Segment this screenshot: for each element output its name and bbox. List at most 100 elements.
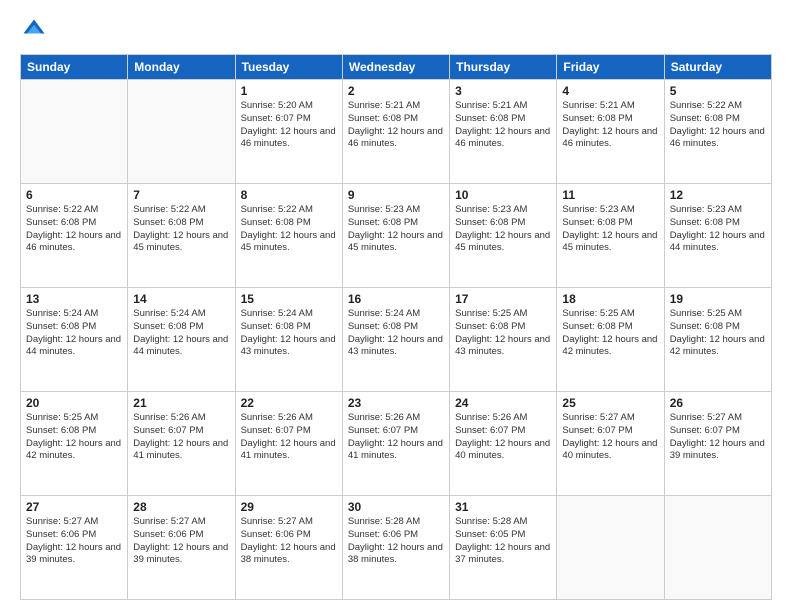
calendar-cell: 16Sunrise: 5:24 AM Sunset: 6:08 PM Dayli… [342,288,449,392]
day-number: 19 [670,292,766,306]
calendar-cell: 14 Sunrise: 5:24 AM Sunset: 6:08 PM Dayli… [128,288,235,392]
day-number: 27 [26,500,122,514]
calendar-cell: 12 Sunrise: 5:23 AM Sunset: 6:08 PM Dayli… [664,184,771,288]
calendar-cell: 22Sunrise: 5:26 AM Sunset: 6:07 PM Dayli… [235,392,342,496]
calendar-cell: 1Sunrise: 5:20 AM Sunset: 6:07 PM Daylig… [235,80,342,184]
day-number: 20 [26,396,122,410]
day-info: Sunrise: 5:23 AM Sunset: 6:08 PM Dayligh… [562,204,658,255]
weekday-header-row: SundayMondayTuesdayWednesdayThursdayFrid… [21,55,772,80]
calendar-cell: 4 Sunrise: 5:21 AM Sunset: 6:08 PM Daylig… [557,80,664,184]
day-info: Sunrise: 5:25 AM Sunset: 6:08 PM Dayligh… [670,308,766,359]
calendar-cell: 28Sunrise: 5:27 AM Sunset: 6:06 PM Dayli… [128,496,235,600]
day-number: 28 [133,500,229,514]
calendar-cell: 29 Sunrise: 5:27 AM Sunset: 6:06 PM Dayli… [235,496,342,600]
day-number: 30 [348,500,444,514]
weekday-header-tuesday: Tuesday [235,55,342,80]
weekday-header-sunday: Sunday [21,55,128,80]
calendar-cell: 3 Sunrise: 5:21 AM Sunset: 6:08 PM Daylig… [450,80,557,184]
day-info: Sunrise: 5:22 AM Sunset: 6:08 PM Dayligh… [241,204,337,255]
weekday-header-wednesday: Wednesday [342,55,449,80]
day-number: 1 [241,84,337,98]
day-number: 7 [133,188,229,202]
day-number: 26 [670,396,766,410]
calendar-cell: 30 Sunrise: 5:28 AM Sunset: 6:06 PM Dayli… [342,496,449,600]
day-number: 9 [348,188,444,202]
day-info: Sunrise: 5:27 AM Sunset: 6:06 PM Dayligh… [241,516,337,567]
day-number: 25 [562,396,658,410]
day-info: Sunrise: 5:24 AM Sunset: 6:08 PM Dayligh… [26,308,122,359]
calendar-cell: 10 Sunrise: 5:23 AM Sunset: 6:08 PM Dayli… [450,184,557,288]
calendar-cell: 18 Sunrise: 5:25 AM Sunset: 6:08 PM Dayli… [557,288,664,392]
day-info: Sunrise: 5:24 AM Sunset: 6:08 PM Dayligh… [241,308,337,359]
logo [20,16,52,44]
day-number: 23 [348,396,444,410]
calendar-cell: 26 Sunrise: 5:27 AM Sunset: 6:07 PM Dayli… [664,392,771,496]
day-info: Sunrise: 5:21 AM Sunset: 6:08 PM Dayligh… [455,100,551,151]
header [20,16,772,44]
day-number: 22 [241,396,337,410]
weekday-header-monday: Monday [128,55,235,80]
calendar-cell: 11 Sunrise: 5:23 AM Sunset: 6:08 PM Dayli… [557,184,664,288]
calendar-cell: 5 Sunrise: 5:22 AM Sunset: 6:08 PM Daylig… [664,80,771,184]
day-number: 12 [670,188,766,202]
day-info: Sunrise: 5:28 AM Sunset: 6:06 PM Dayligh… [348,516,444,567]
day-number: 18 [562,292,658,306]
calendar-cell: 21 Sunrise: 5:26 AM Sunset: 6:07 PM Dayli… [128,392,235,496]
day-number: 29 [241,500,337,514]
calendar-week-1: 1Sunrise: 5:20 AM Sunset: 6:07 PM Daylig… [21,80,772,184]
weekday-header-friday: Friday [557,55,664,80]
day-number: 15 [241,292,337,306]
calendar-cell: 7 Sunrise: 5:22 AM Sunset: 6:08 PM Daylig… [128,184,235,288]
day-info: Sunrise: 5:23 AM Sunset: 6:08 PM Dayligh… [670,204,766,255]
day-info: Sunrise: 5:21 AM Sunset: 6:08 PM Dayligh… [348,100,444,151]
page: SundayMondayTuesdayWednesdayThursdayFrid… [0,0,792,612]
day-number: 14 [133,292,229,306]
calendar-cell: 15 Sunrise: 5:24 AM Sunset: 6:08 PM Dayli… [235,288,342,392]
day-info: Sunrise: 5:22 AM Sunset: 6:08 PM Dayligh… [133,204,229,255]
calendar-cell: 9Sunrise: 5:23 AM Sunset: 6:08 PM Daylig… [342,184,449,288]
day-number: 5 [670,84,766,98]
day-number: 21 [133,396,229,410]
calendar-cell [128,80,235,184]
calendar-cell: 13 Sunrise: 5:24 AM Sunset: 6:08 PM Dayli… [21,288,128,392]
day-number: 8 [241,188,337,202]
day-info: Sunrise: 5:25 AM Sunset: 6:08 PM Dayligh… [455,308,551,359]
day-info: Sunrise: 5:22 AM Sunset: 6:08 PM Dayligh… [26,204,122,255]
calendar-cell: 19 Sunrise: 5:25 AM Sunset: 6:08 PM Dayli… [664,288,771,392]
day-info: Sunrise: 5:21 AM Sunset: 6:08 PM Dayligh… [562,100,658,151]
day-info: Sunrise: 5:25 AM Sunset: 6:08 PM Dayligh… [562,308,658,359]
day-info: Sunrise: 5:27 AM Sunset: 6:07 PM Dayligh… [562,412,658,463]
day-info: Sunrise: 5:26 AM Sunset: 6:07 PM Dayligh… [455,412,551,463]
day-info: Sunrise: 5:26 AM Sunset: 6:07 PM Dayligh… [133,412,229,463]
day-number: 4 [562,84,658,98]
calendar-cell [664,496,771,600]
weekday-header-thursday: Thursday [450,55,557,80]
calendar-cell: 20 Sunrise: 5:25 AM Sunset: 6:08 PM Dayli… [21,392,128,496]
calendar-cell: 31Sunrise: 5:28 AM Sunset: 6:05 PM Dayli… [450,496,557,600]
calendar-week-5: 27 Sunrise: 5:27 AM Sunset: 6:06 PM Dayli… [21,496,772,600]
day-number: 10 [455,188,551,202]
calendar-cell: 24Sunrise: 5:26 AM Sunset: 6:07 PM Dayli… [450,392,557,496]
calendar-cell [21,80,128,184]
calendar-cell: 17Sunrise: 5:25 AM Sunset: 6:08 PM Dayli… [450,288,557,392]
day-info: Sunrise: 5:23 AM Sunset: 6:08 PM Dayligh… [455,204,551,255]
day-info: Sunrise: 5:27 AM Sunset: 6:07 PM Dayligh… [670,412,766,463]
day-info: Sunrise: 5:24 AM Sunset: 6:08 PM Dayligh… [133,308,229,359]
calendar-table: SundayMondayTuesdayWednesdayThursdayFrid… [20,54,772,600]
calendar-week-4: 20 Sunrise: 5:25 AM Sunset: 6:08 PM Dayli… [21,392,772,496]
calendar-cell: 23 Sunrise: 5:26 AM Sunset: 6:07 PM Dayli… [342,392,449,496]
day-number: 16 [348,292,444,306]
calendar-cell: 25 Sunrise: 5:27 AM Sunset: 6:07 PM Dayli… [557,392,664,496]
day-number: 3 [455,84,551,98]
day-info: Sunrise: 5:25 AM Sunset: 6:08 PM Dayligh… [26,412,122,463]
day-number: 13 [26,292,122,306]
day-info: Sunrise: 5:22 AM Sunset: 6:08 PM Dayligh… [670,100,766,151]
weekday-header-saturday: Saturday [664,55,771,80]
day-number: 31 [455,500,551,514]
calendar-cell [557,496,664,600]
day-info: Sunrise: 5:26 AM Sunset: 6:07 PM Dayligh… [348,412,444,463]
day-number: 2 [348,84,444,98]
logo-icon [20,16,48,44]
day-number: 11 [562,188,658,202]
calendar-cell: 27Sunrise: 5:27 AM Sunset: 6:06 PM Dayli… [21,496,128,600]
